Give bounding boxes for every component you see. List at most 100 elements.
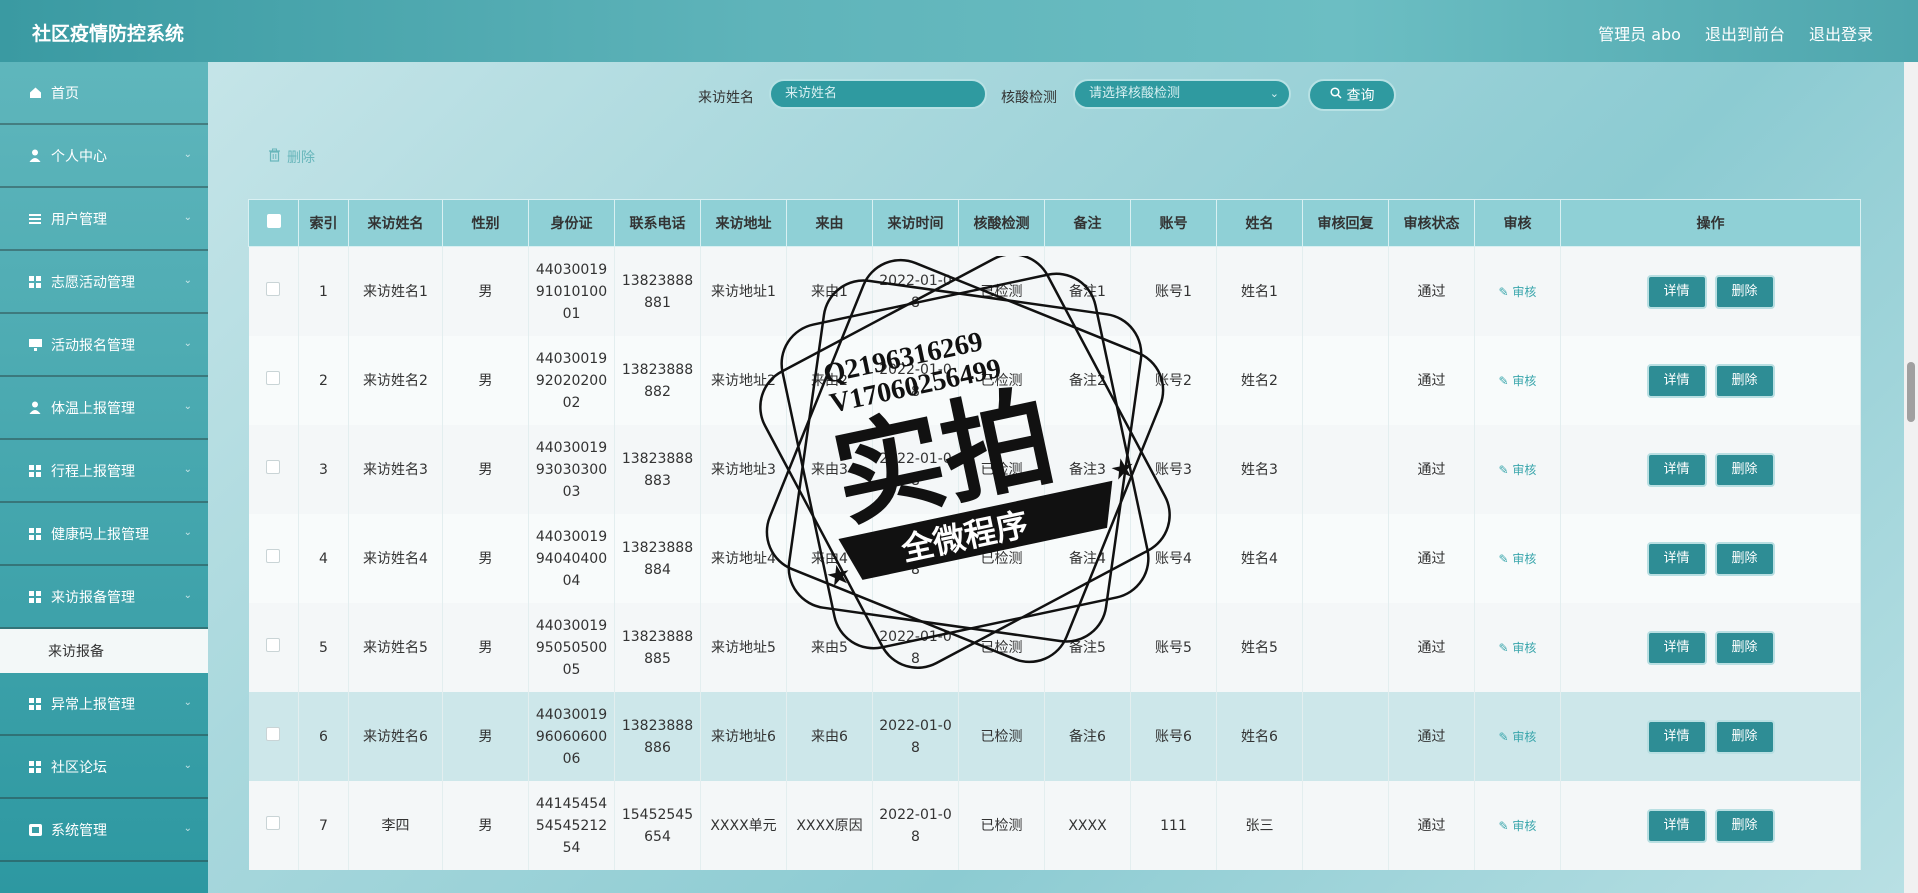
column-header: 身份证: [528, 199, 615, 247]
user-label[interactable]: 管理员 abo: [1598, 21, 1681, 45]
delete-button[interactable]: 删除: [1714, 630, 1775, 665]
cell-note: 备注1: [1044, 246, 1131, 336]
row-select-cell[interactable]: [248, 246, 299, 336]
row-select-cell[interactable]: [248, 514, 299, 603]
select-all-cell[interactable]: [248, 199, 299, 247]
audit-label: 审核: [1512, 551, 1537, 566]
delete-button[interactable]: 删除: [1714, 363, 1775, 398]
row-checkbox[interactable]: [266, 459, 281, 474]
visitor-name-input[interactable]: 来访姓名: [769, 79, 987, 109]
row-select-cell[interactable]: [248, 781, 299, 870]
delete-button[interactable]: 删除: [1714, 719, 1775, 754]
row-checkbox[interactable]: [266, 548, 281, 563]
nucleic-test-select[interactable]: 请选择核酸检测 ⌄: [1073, 79, 1291, 109]
to-front-link[interactable]: 退出到前台: [1705, 21, 1785, 45]
detail-button[interactable]: 详情: [1646, 719, 1707, 754]
sidebar-subitem-visitor-report[interactable]: 来访报备: [0, 629, 208, 673]
nucleic-test-placeholder: 请选择核酸检测: [1089, 86, 1181, 101]
cell-idx: 5: [298, 603, 349, 692]
audit-link[interactable]: ✎ 审核: [1499, 285, 1537, 299]
cell-reply: [1302, 603, 1389, 692]
audit-link[interactable]: ✎ 审核: [1499, 819, 1537, 833]
scrollbar-thumb[interactable]: [1907, 362, 1915, 422]
row-select-cell[interactable]: [248, 425, 299, 514]
app-title: 社区疫情防控系统: [32, 23, 185, 45]
sidebar-item[interactable]: 个人中心 ⌄: [0, 125, 208, 188]
sidebar-item[interactable]: 志愿活动管理 ⌄: [0, 251, 208, 314]
audit-link[interactable]: ✎ 审核: [1499, 730, 1537, 744]
cell-account: 111: [1130, 781, 1217, 870]
row-checkbox[interactable]: [266, 726, 281, 741]
row-select-cell[interactable]: [248, 692, 299, 781]
column-header: 姓名: [1216, 199, 1303, 247]
detail-button[interactable]: 详情: [1646, 452, 1707, 487]
delete-button[interactable]: 删除: [1714, 274, 1775, 309]
row-select-cell[interactable]: [248, 603, 299, 692]
delete-button[interactable]: 删除: [1714, 808, 1775, 843]
sidebar-item[interactable]: 行程上报管理 ⌄: [0, 440, 208, 503]
cell-audit: ✎ 审核: [1474, 425, 1561, 514]
cell-sex: 男: [442, 692, 529, 781]
cell-reason: 来由6: [786, 692, 873, 781]
visitor-name-label: 来访姓名: [698, 90, 754, 106]
cell-reason: 来由5: [786, 603, 873, 692]
table-row: 6 来访姓名6 男 440300199606060006 13823888886 来访地址…: [248, 692, 1861, 781]
audit-link[interactable]: ✎ 审核: [1499, 552, 1537, 566]
cell-note: 备注6: [1044, 692, 1131, 781]
sidebar-item[interactable]: 社区论坛 ⌄: [0, 736, 208, 799]
cell-addr: XXXX单元: [700, 781, 787, 870]
row-checkbox[interactable]: [266, 637, 281, 652]
audit-link[interactable]: ✎ 审核: [1499, 374, 1537, 388]
settings-icon: [28, 823, 42, 837]
audit-link[interactable]: ✎ 审核: [1499, 641, 1537, 655]
row-select-cell[interactable]: [248, 336, 299, 425]
cell-status: 通过: [1388, 336, 1475, 425]
batch-delete-button[interactable]: 删除: [268, 147, 315, 167]
delete-button[interactable]: 删除: [1714, 452, 1775, 487]
cell-reason: 来由4: [786, 514, 873, 603]
audit-label: 审核: [1512, 729, 1537, 744]
row-checkbox[interactable]: [266, 281, 281, 296]
detail-button[interactable]: 详情: [1646, 363, 1707, 398]
sidebar-item[interactable]: 来访报备管理 ⌄: [0, 566, 208, 629]
cell-note: 备注5: [1044, 603, 1131, 692]
sidebar-item[interactable]: 健康码上报管理 ⌄: [0, 503, 208, 566]
detail-button[interactable]: 详情: [1646, 274, 1707, 309]
chevron-down-icon: ⌄: [183, 338, 192, 349]
top-bar: 社区疫情防控系统 管理员 abo 退出到前台 退出登录: [0, 0, 1918, 62]
cell-idx: 2: [298, 336, 349, 425]
cell-phone: 13823888883: [614, 425, 701, 514]
sidebar-item[interactable]: 异常上报管理 ⌄: [0, 673, 208, 736]
select-all-checkbox[interactable]: [266, 214, 281, 228]
logout-link[interactable]: 退出登录: [1809, 21, 1873, 45]
detail-button[interactable]: 详情: [1646, 808, 1707, 843]
query-button[interactable]: 查询: [1308, 79, 1396, 111]
table-row: 1 来访姓名1 男 440300199101010001 13823888881 来访地址…: [248, 246, 1861, 336]
chevron-down-icon: ⌄: [183, 149, 192, 160]
column-header: 索引: [298, 199, 349, 247]
column-header: 来访时间: [872, 199, 959, 247]
detail-button[interactable]: 详情: [1646, 630, 1707, 665]
sidebar-item-label: 体温上报管理: [51, 400, 135, 417]
row-checkbox[interactable]: [266, 370, 281, 385]
user-icon: [28, 149, 42, 163]
cell-addr: 来访地址1: [700, 246, 787, 336]
chevron-down-icon: ⌄: [183, 275, 192, 286]
sidebar-item[interactable]: 活动报名管理 ⌄: [0, 314, 208, 377]
cell-addr: 来访地址6: [700, 692, 787, 781]
audit-link[interactable]: ✎ 审核: [1499, 463, 1537, 477]
grid-icon: [28, 760, 42, 774]
cell-sex: 男: [442, 336, 529, 425]
sidebar-item[interactable]: 体温上报管理 ⌄: [0, 377, 208, 440]
sidebar-item[interactable]: 用户管理 ⌄: [0, 188, 208, 251]
cell-idx: 6: [298, 692, 349, 781]
cell-realname: 姓名1: [1216, 246, 1303, 336]
page-scrollbar[interactable]: [1904, 62, 1918, 893]
cell-reply: [1302, 425, 1389, 514]
detail-button[interactable]: 详情: [1646, 541, 1707, 576]
cell-audit: ✎ 审核: [1474, 246, 1561, 336]
cell-account: 账号1: [1130, 246, 1217, 336]
delete-button[interactable]: 删除: [1714, 541, 1775, 576]
sidebar-item[interactable]: 系统管理 ⌄: [0, 799, 208, 862]
row-checkbox[interactable]: [266, 815, 281, 830]
